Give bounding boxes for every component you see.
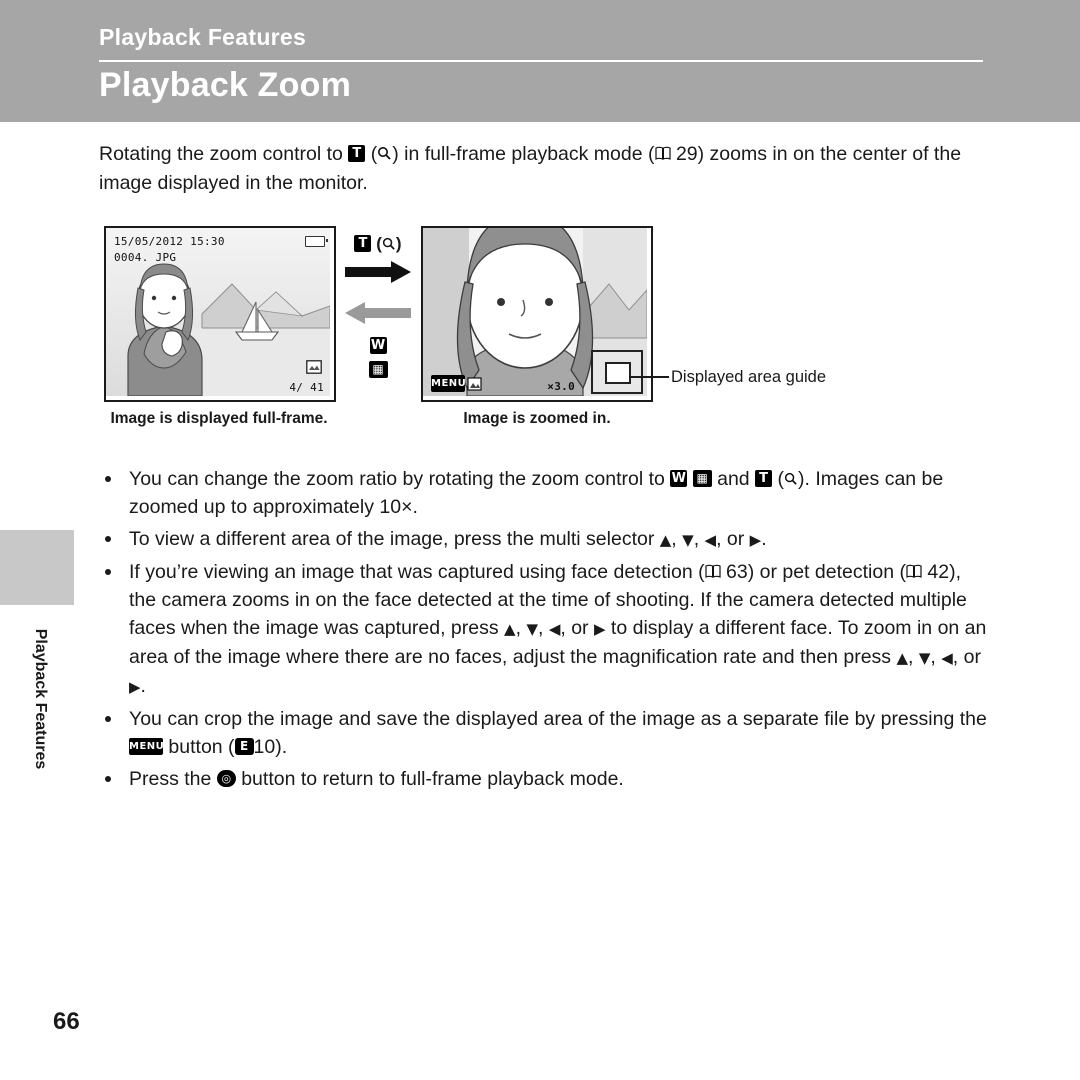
bullet3-ref-face: 63 [726,561,748,583]
menu-icon-inline: MENU [129,738,164,756]
thumbnail-icon-inline: ▦ [692,470,712,488]
thumbnail-icon: ▦ [368,361,388,379]
magnify-icon-inline [784,472,797,485]
arrow-up-icon: ▲ [659,531,672,549]
figure-playback-zoom: 15/05/2012 15:30 0004. JPG 4/ 41 T () W [99,226,989,431]
zoom-wide-thumbnail-row: ▦ [339,360,417,380]
intro-text-part1: Rotating the zoom control to [99,143,349,165]
bullet3-sep2: , [537,617,549,639]
arrow-left-icon-3: ◀ [941,649,953,667]
arrow-right-icon-2: ▶ [593,620,606,638]
magnify-icon [378,147,391,160]
header-inner: Playback Features [99,0,983,51]
tele-T-icon: T [354,235,372,253]
lcd1-counter: 4/ 41 [289,381,324,394]
reference-section-icon: E [234,738,254,756]
bullet4-text-a: You can crop the image and save the disp… [129,708,987,730]
bullet5-text-a: Press the [129,768,217,790]
bullet4-ref-crop: 10 [253,736,276,758]
bullet2-sep3: , or [716,528,750,550]
arrow-right-icon-inline: ▶ [749,531,762,549]
zoom-tele-row: T () [339,234,417,254]
displayed-area-guide-inner [605,362,631,384]
tele-magnify-wrap: () [376,234,402,253]
lcd-screen-zoomed: MENU ×3.0 [421,226,653,402]
book-reference-icon-pet [906,565,922,579]
menu-icon: MENU [431,375,466,392]
bullet3-sep1: , [515,617,527,639]
displayed-area-guide-box [591,350,643,394]
guide-leader-line [629,376,669,378]
page-title: Playback Zoom [99,66,352,104]
arrow-left-icon-2: ◀ [548,620,561,638]
lcd2-zoom-ratio: ×3.0 [547,380,575,393]
bullet1-magnify-wrap: () [777,468,805,490]
book-reference-icon [654,147,671,161]
page-header-band: Playback Features Playback Zoom [0,0,1080,122]
bullet1-text-b: and [711,468,756,490]
bullet-face-detection: If you’re viewing an image that was capt… [99,558,989,701]
battery-icon [305,236,328,247]
lcd1-filename: 0004. JPG [114,251,177,264]
lcd1-date: 15/05/2012 15:30 [114,235,225,248]
wide-W-icon-inline: W [670,470,688,488]
bullet-ok-button: Press the ◎ button to return to full-fra… [99,765,989,793]
caption-zoomed: Image is zoomed in. [463,410,611,427]
intro-text-part2: in full-frame playback mode ( [398,143,655,165]
bullet3-sep5: , [930,646,942,668]
bullet4-text-b: button ( [163,736,235,758]
intro-paragraph: Rotating the zoom control to T () in ful… [99,140,989,198]
header-divider [99,60,983,62]
lcd-screen-full-frame: 15/05/2012 15:30 0004. JPG 4/ 41 [104,226,336,402]
caption-full-frame: Image is displayed full-frame. [110,410,328,427]
magnify-plus-icon [382,237,395,250]
bullet3-text-a: If you’re viewing an image that was capt… [129,561,705,583]
bullet3-ref-pet: 42 [927,561,950,583]
arrow-up-icon-3: ▲ [896,649,909,667]
arrow-down-icon: ▼ [682,531,694,549]
zoom-tele-icon: T [348,145,366,163]
zoom-control-indicators: T () W ▦ [339,234,417,380]
bullet3-sep3: , or [560,617,594,639]
page-number: 66 [53,1008,80,1035]
bullet1-text-a: You can change the zoom ratio by rotatin… [129,468,671,490]
chapter-title: Playback Features [99,24,307,50]
arrow-right-icon [345,261,411,283]
wide-W-icon: W [369,337,387,355]
bullet3-sep6: , or [952,646,981,668]
arrow-left-icon [345,302,411,324]
arrow-up-icon-2: ▲ [504,620,516,638]
arrow-right-icon-3: ▶ [129,678,141,696]
bullet-multi-selector: To view a different area of the image, p… [99,525,989,554]
arrow-down-icon-3: ▼ [918,649,931,667]
bullet4-text-c: ). [275,736,288,758]
ok-button-icon: ◎ [216,770,236,788]
bullet3-period: . [140,675,146,697]
bullet-list: You can change the zoom ratio by rotatin… [99,465,989,793]
bullet2-period: . [761,528,767,550]
intro-magnify-paren: () [365,143,399,165]
bullet2-sep1: , [671,528,683,550]
bullet3-sep4: , [908,646,919,668]
bullet2-sep2: , [693,528,705,550]
side-tab-label: Playback Features [32,628,49,770]
bullet5-text-b: button to return to full-frame playback … [235,768,624,790]
side-tab-marker [0,530,74,605]
retouch-icon [306,360,322,374]
bullet-zoom-ratio: You can change the zoom ratio by rotatin… [99,465,989,521]
zoom-wide-row: W [339,336,417,356]
page-content: Rotating the zoom control to T () in ful… [99,140,989,797]
arrow-down-icon-2: ▼ [526,620,538,638]
tele-T-icon-inline: T [755,470,773,488]
lcd2-menu-badge: MENU [431,375,483,393]
bullet2-text-a: To view a different area of the image, p… [129,528,660,550]
bullet-crop: You can crop the image and save the disp… [99,705,989,761]
displayed-area-guide-label: Displayed area guide [671,368,827,386]
book-reference-icon-face [704,565,721,579]
crop-icon [467,377,482,391]
intro-ref-page: 29 [675,143,698,165]
bullet3-text-b: ) or pet detection ( [747,561,906,583]
arrow-left-icon-inline: ◀ [704,531,717,549]
